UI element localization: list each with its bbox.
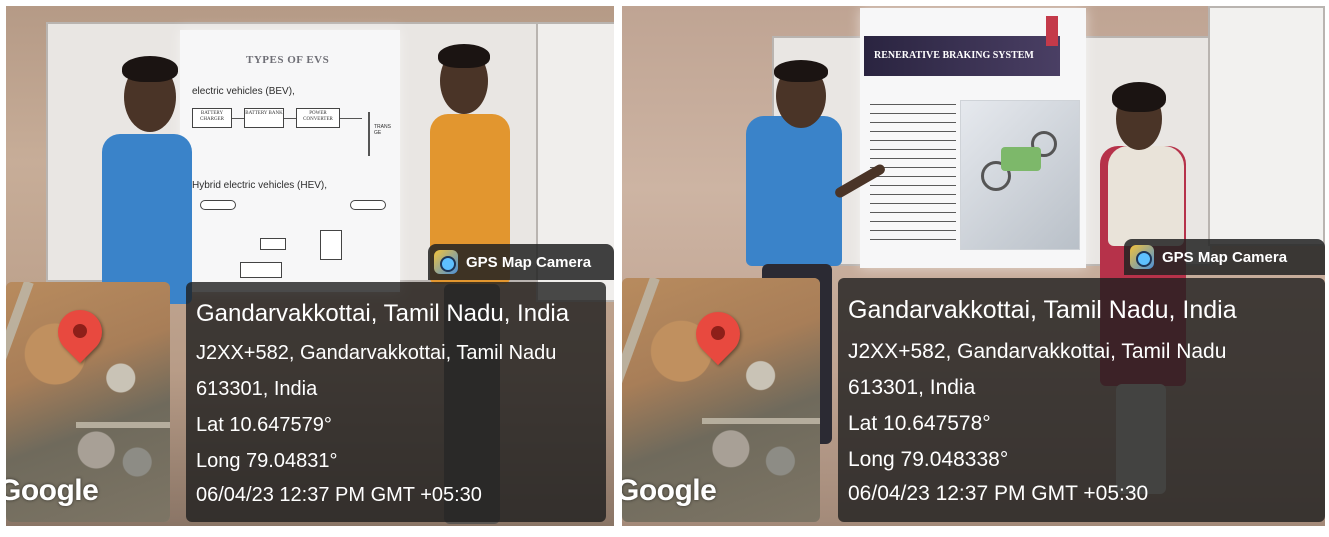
diagram-battery (260, 238, 286, 250)
photo-right: RENERATIVE BRAKING SYSTEM GPS Map Camera (622, 6, 1325, 526)
diagram-line (284, 118, 296, 119)
gps-camera-app-icon (434, 250, 458, 274)
location-address-line2: 613301, India (848, 376, 976, 399)
projected-slide: RENERATIVE BRAKING SYSTEM (860, 8, 1086, 268)
slide-paragraph (870, 104, 956, 244)
diagram-motor (320, 230, 342, 260)
diagram-label-trans: TRANS GE (374, 124, 391, 136)
latitude: Lat 10.647578° (848, 412, 991, 435)
whiteboard-right (1208, 6, 1325, 246)
gps-app-name: GPS Map Camera (466, 253, 592, 271)
gps-app-name: GPS Map Camera (1162, 248, 1288, 266)
diagram-box-bank: BATTERY BANK (244, 108, 284, 128)
location-pin-icon (686, 302, 750, 372)
diagram-box-charger: BATTERY CHARGER (192, 108, 232, 128)
google-logo: Google (6, 474, 99, 507)
diagram-line (232, 118, 244, 119)
slide-bullet-bev: electric vehicles (BEV), (192, 86, 295, 97)
gps-map-camera-badge: GPS Map Camera (428, 244, 614, 280)
diagram-wheel (200, 200, 236, 210)
slide-bullet-hev: Hybrid electric vehicles (HEV), (192, 180, 328, 191)
map-thumbnail: Google (6, 282, 170, 522)
timestamp: 06/04/23 12:37 PM GMT +05:30 (196, 484, 482, 506)
slide-title: TYPES OF EVS (246, 54, 330, 66)
location-pin-icon (48, 300, 112, 370)
location-address-line1: J2XX+582, Gandarvakkottai, Tamil Nadu (196, 342, 557, 364)
gps-info-panel: Gandarvakkottai, Tamil Nadu, India J2XX+… (838, 278, 1325, 522)
gps-info-panel: Gandarvakkottai, Tamil Nadu, India J2XX+… (186, 282, 606, 522)
slide-title-banner: RENERATIVE BRAKING SYSTEM (864, 36, 1060, 76)
slide-title: RENERATIVE BRAKING SYSTEM (874, 50, 1034, 61)
location-place: Gandarvakkottai, Tamil Nadu, India (848, 296, 1237, 324)
map-road (76, 422, 170, 428)
slide-accent (1046, 16, 1058, 46)
gps-map-camera-badge: GPS Map Camera (1124, 239, 1325, 275)
diagram-engine (240, 262, 282, 278)
map-thumbnail: Google (622, 278, 820, 522)
map-road (702, 418, 820, 424)
slide-diagram-car (960, 100, 1080, 250)
location-place: Gandarvakkottai, Tamil Nadu, India (196, 300, 570, 327)
location-address-line1: J2XX+582, Gandarvakkottai, Tamil Nadu (848, 340, 1227, 363)
diagram-wheel (350, 200, 386, 210)
timestamp: 06/04/23 12:37 PM GMT +05:30 (848, 482, 1149, 505)
projected-slide: TYPES OF EVS electric vehicles (BEV), BA… (180, 30, 400, 292)
gps-camera-app-icon (1130, 245, 1154, 269)
dupatta (1108, 146, 1184, 246)
diagram-shaft (368, 112, 370, 156)
diagram-box-converter: POWER CONVERTER (296, 108, 340, 128)
latitude: Lat 10.647579° (196, 414, 332, 436)
photo-left: TYPES OF EVS electric vehicles (BEV), BA… (6, 6, 614, 526)
longitude: Long 79.048338° (848, 448, 1009, 471)
google-logo: Google (622, 474, 717, 507)
diagram-line (340, 118, 362, 119)
location-address-line2: 613301, India (196, 378, 318, 400)
longitude: Long 79.04831° (196, 450, 338, 472)
